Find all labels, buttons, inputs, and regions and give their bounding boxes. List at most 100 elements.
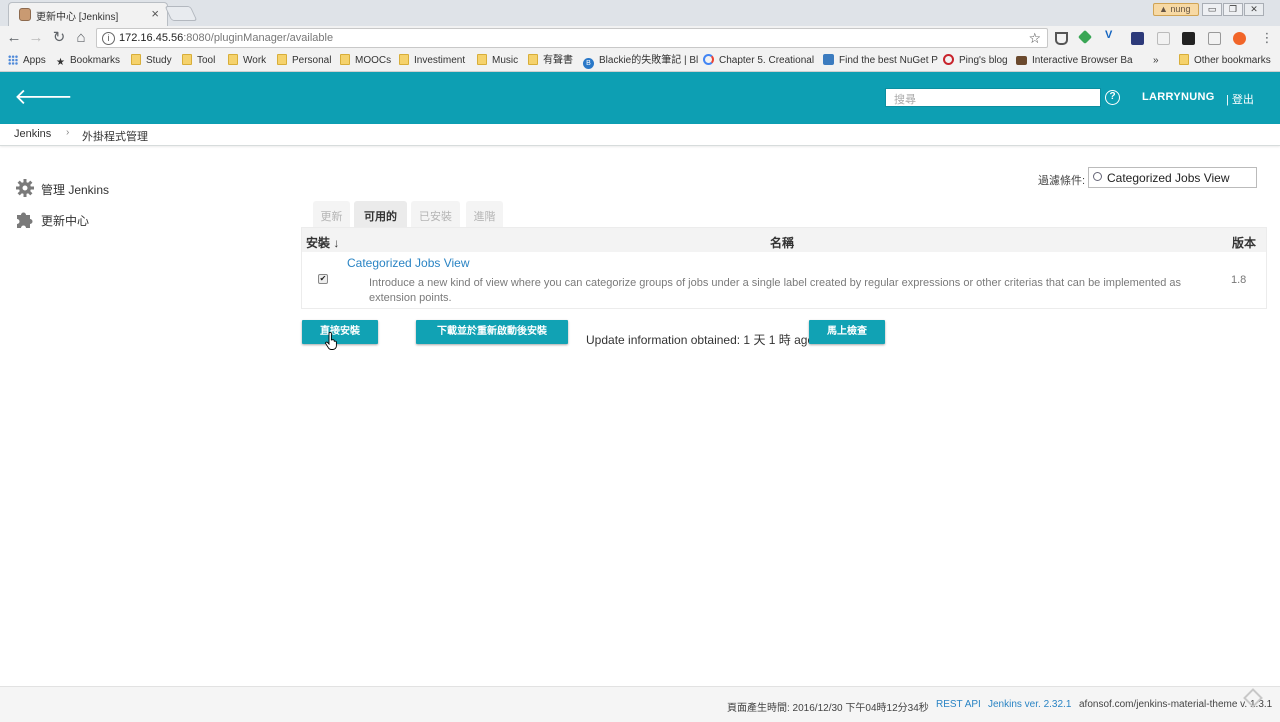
bookmark-moocs[interactable]: MOOCs (340, 54, 391, 68)
logout-link[interactable]: | 登出 (1226, 91, 1254, 107)
address-bar[interactable]: i 172.16.45.56:8080/pluginManager/availa… (96, 28, 1048, 48)
purple-extension-icon[interactable] (1131, 32, 1144, 45)
maximize-button[interactable]: ❐ (1223, 3, 1243, 16)
green-extension-icon[interactable] (1077, 29, 1093, 45)
folder-icon (1179, 54, 1189, 65)
folder-icon (477, 54, 487, 65)
bookmark-study[interactable]: Study (131, 54, 172, 68)
v-extension-icon[interactable]: V (1105, 29, 1118, 42)
install-without-restart-button[interactable]: 直接安裝 (302, 320, 378, 344)
folder-icon (399, 54, 409, 65)
bookmark-work[interactable]: Work (228, 54, 266, 68)
plugin-table: 安裝 ↓ 名稱 版本 ✔ Categorized Jobs View Intro… (301, 227, 1267, 309)
page-footer: 頁面產生時間: 2016/12/30 下午04時12分34秒 REST API … (0, 686, 1280, 722)
search-icon (1093, 172, 1102, 181)
search-input[interactable]: 搜尋 (885, 88, 1101, 107)
folder-icon (228, 54, 238, 65)
bookmark-music[interactable]: Music (477, 54, 518, 68)
bookmark-apps[interactable]: Apps (8, 54, 46, 68)
bookmark-star-icon[interactable]: ☆ (1028, 30, 1041, 47)
bookmarks-bar: Apps ★ Bookmarks Study Tool Work Personal… (0, 50, 1280, 72)
tab-advanced[interactable]: 進階 (466, 201, 503, 227)
pocket-extension-icon[interactable] (1055, 32, 1068, 45)
nuget-icon (823, 54, 834, 65)
sidebar-item-update-center[interactable]: 更新中心 (15, 209, 125, 229)
update-info-text: Update information obtained: 1 天 1 時 ago (586, 333, 815, 347)
browser-tab[interactable]: 更新中心 [Jenkins] × (8, 2, 168, 26)
bookmark-blackie[interactable]: B Blackie的失敗筆記 | Bl (583, 54, 698, 69)
check-now-button[interactable]: 馬上檢查 (809, 320, 885, 344)
tab-close-icon[interactable]: × (151, 6, 159, 21)
column-install[interactable]: 安裝 ↓ (306, 234, 339, 251)
chrome-menu-icon[interactable]: ⋮ (1258, 29, 1276, 47)
user-link[interactable]: LARRYNUNG (1142, 91, 1215, 103)
folder-icon (277, 54, 287, 65)
folder-icon (131, 54, 141, 65)
hand-cursor-icon (325, 332, 337, 350)
new-tab-button[interactable] (164, 6, 198, 21)
home-icon[interactable]: ⌂ (72, 29, 90, 47)
folder-icon (340, 54, 350, 65)
column-version[interactable]: 版本 (1232, 234, 1256, 251)
column-name[interactable]: 名稱 (770, 234, 794, 251)
reload-icon[interactable]: ↻ (50, 29, 68, 47)
fox-icon (1016, 56, 1027, 65)
grey-extension-icon[interactable] (1157, 32, 1170, 45)
back-arrow-icon[interactable]: 🡐 (14, 86, 73, 108)
tab-title: 更新中心 [Jenkins] (36, 12, 119, 23)
blog-icon: B (583, 58, 594, 69)
sidebar-item-label: 管理 Jenkins (41, 183, 110, 197)
install-after-restart-button[interactable]: 下載並於重新啟動後安裝 (416, 320, 568, 344)
star-icon: ★ (56, 57, 65, 68)
folder-icon (528, 54, 538, 65)
bookmark-investiment[interactable]: Investiment (399, 54, 465, 68)
page-generated-time: 頁面產生時間: 2016/12/30 下午04時12分34秒 (727, 703, 929, 714)
breadcrumb-plugin-manager[interactable]: 外掛程式管理 (82, 128, 148, 144)
theme-link[interactable]: afonsof.com/jenkins-material-theme v. 1.… (1079, 699, 1272, 710)
bookmark-tool[interactable]: Tool (182, 54, 215, 68)
orange-extension-icon[interactable] (1233, 32, 1246, 45)
table-header: 安裝 ↓ 名稱 版本 (302, 228, 1266, 252)
google-icon (703, 54, 714, 65)
forward-arrow-icon[interactable]: → (27, 29, 45, 47)
plugin-name-link[interactable]: Categorized Jobs View (347, 256, 470, 270)
folder-icon (182, 54, 192, 65)
sidebar-item-manage-jenkins[interactable]: 管理 Jenkins (15, 178, 125, 198)
tab-installed[interactable]: 已安裝 (411, 201, 460, 227)
dark-extension-icon[interactable] (1182, 32, 1195, 45)
bookmark-bookmarks[interactable]: ★ Bookmarks (56, 54, 120, 68)
profile-badge[interactable]: ▲ nung (1153, 3, 1199, 16)
puzzle-icon (17, 212, 33, 228)
bookmark-audiobooks[interactable]: 有聲書 (528, 54, 573, 68)
jenkins-favicon-icon (19, 8, 31, 21)
install-checkbox[interactable]: ✔ (318, 274, 328, 284)
bookmarks-overflow-button[interactable]: » (1153, 54, 1159, 68)
help-icon[interactable]: ? (1105, 90, 1120, 105)
bookmark-personal[interactable]: Personal (277, 54, 331, 68)
filter-input[interactable]: Categorized Jobs View (1088, 167, 1257, 188)
info-icon[interactable]: i (102, 32, 115, 45)
pinterest-icon (943, 54, 954, 65)
breadcrumb-jenkins[interactable]: Jenkins (14, 128, 51, 140)
apps-grid-icon (8, 55, 18, 65)
window-close-button[interactable]: ✕ (1244, 3, 1264, 16)
breadcrumb: Jenkins › 外掛程式管理 (0, 124, 1280, 146)
gear-icon (16, 179, 34, 197)
minimize-button[interactable]: ▭ (1202, 3, 1222, 16)
sidebar-item-label: 更新中心 (41, 214, 90, 228)
rest-api-link[interactable]: REST API (936, 699, 981, 710)
bookmark-chapter5[interactable]: Chapter 5. Creational (703, 54, 814, 68)
jenkins-version-link[interactable]: Jenkins ver. 2.32.1 (988, 699, 1071, 710)
back-arrow-icon[interactable]: ← (5, 29, 23, 47)
browser-toolbar: ← → ↻ ⌂ i 172.16.45.56:8080/pluginManage… (0, 26, 1280, 50)
plugin-description: Introduce a new kind of view where you c… (369, 277, 1182, 304)
bookmark-nuget[interactable]: Find the best NuGet P (823, 54, 938, 68)
tab-updates[interactable]: 更新 (313, 201, 350, 227)
url-text: 172.16.45.56:8080/pluginManager/availabl… (119, 32, 334, 44)
tab-available[interactable]: 可用的 (354, 201, 407, 227)
bookmark-other[interactable]: Other bookmarks (1179, 54, 1271, 68)
page-extension-icon[interactable] (1208, 32, 1221, 45)
filter-label: 過濾條件: (1038, 175, 1086, 187)
bookmark-pings-blog[interactable]: Ping's blog (943, 54, 1008, 68)
bookmark-interactive[interactable]: Interactive Browser Ba (1016, 54, 1133, 68)
